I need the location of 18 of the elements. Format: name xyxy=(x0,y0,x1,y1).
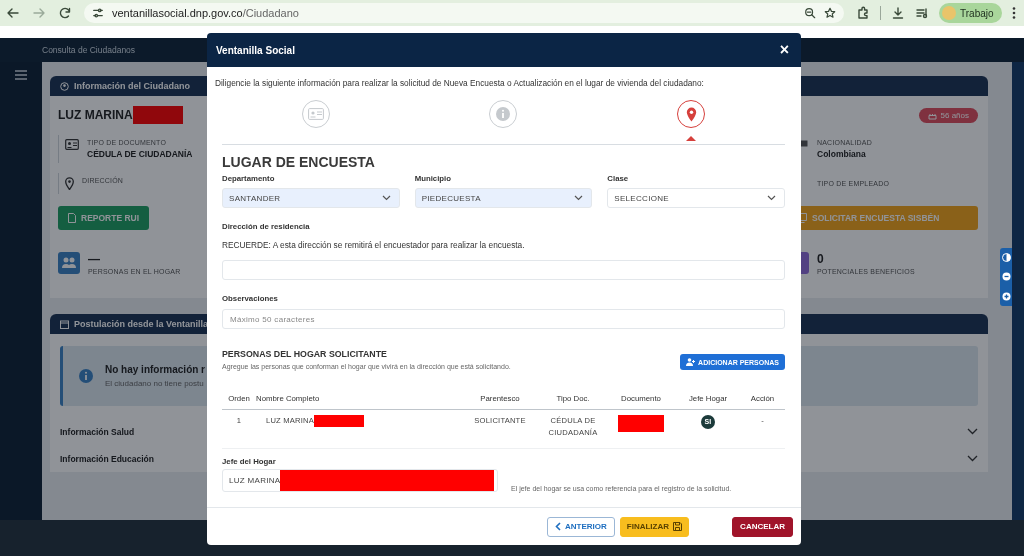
section-title: LUGAR DE ENCUESTA xyxy=(222,154,376,170)
citizen-name: LUZ MARINA xyxy=(58,108,133,122)
note-text: RECUERDE: A esta dirección se remitirá el encuestador para realizar la encuesta. xyxy=(222,240,526,250)
card-title: Postulación desde la Ventanilla xyxy=(74,319,209,329)
notice-title: No hay información r xyxy=(105,364,205,375)
stat-value: — xyxy=(88,251,101,266)
card-title: Información del Ciudadano xyxy=(74,81,190,91)
field-value: Colombiana xyxy=(817,149,867,159)
instructions-text: Diligencie la siguiente información para realizar la solicitud de Nueva Encuesta o Actualización en el lugar de vivienda del ciudadano: xyxy=(215,78,705,88)
breadcrumb: Consulta de Ciudadanos xyxy=(42,45,136,55)
url-text: ventanillasocial.dnp.gov.co/Ciudadano xyxy=(112,7,300,19)
age-badge: 56 años xyxy=(918,107,978,123)
accordion-title: Información Salud xyxy=(60,426,135,437)
section-title: PERSONAS DEL HOGAR SOLICITANTE xyxy=(222,349,388,359)
stat-value: 0 xyxy=(817,251,825,266)
modal-title: Ventanilla Social xyxy=(216,44,295,56)
field-value: CÉDULA DE CIUDADANÍA xyxy=(87,149,193,159)
accordion-title: Información Educación xyxy=(60,453,154,464)
